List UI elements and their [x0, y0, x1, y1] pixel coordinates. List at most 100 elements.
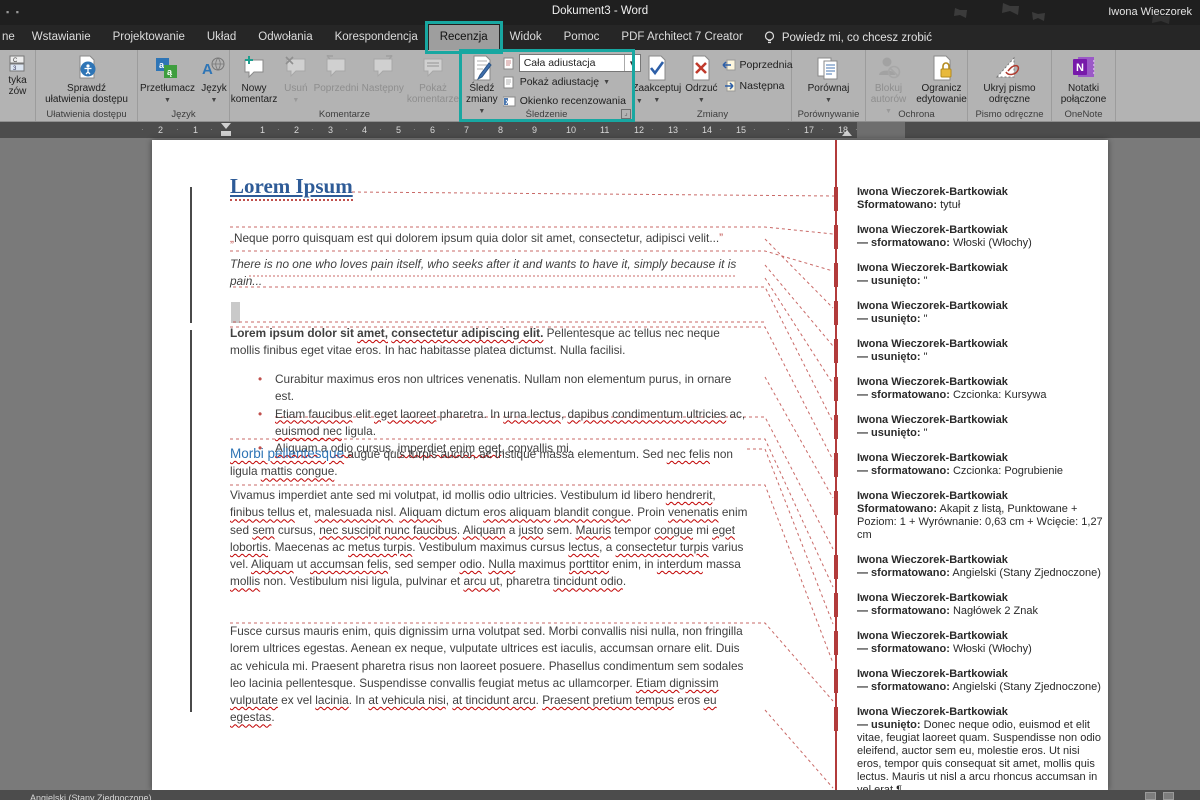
status-bar[interactable]: Angielski (Stany Zjednoczone) [0, 790, 1200, 800]
revision-entry[interactable]: Iwona Wieczorek-BartkowiakSformatowano: … [857, 490, 1107, 542]
restrict-editing-button[interactable]: Ogranicz edytowanie [917, 53, 967, 105]
word-count-icon: C3 [9, 55, 27, 73]
compare-button[interactable]: Porównaj▼ [808, 53, 850, 106]
horizontal-ruler[interactable]: 21···1·2·3·4·5·6·7·8·9·10·11·12·13·14·15… [0, 122, 1200, 138]
revision-entry[interactable]: Iwona Wieczorek-Bartkowiak— usunięto: Do… [857, 706, 1107, 797]
new-comment-icon [241, 55, 267, 81]
previous-comment-button[interactable]: Poprzedni [314, 53, 359, 94]
ruler-number: 5 [396, 125, 401, 135]
revision-entry[interactable]: Iwona Wieczorek-Bartkowiak— sformatowano… [857, 224, 1107, 250]
revision-entry[interactable]: Iwona Wieczorek-Bartkowiak— sformatowano… [857, 452, 1107, 478]
list-item[interactable]: Curabitur maximus eros non ultrices vene… [230, 371, 752, 406]
tab-recenzja[interactable]: Recenzja [429, 25, 499, 50]
tell-me-box[interactable]: Powiedz mi, co chcesz zrobić [754, 25, 942, 50]
tab-układ[interactable]: Układ [196, 25, 247, 50]
user-name[interactable]: Iwona Wieczorek [1108, 6, 1192, 18]
reviewing-pane-button[interactable]: Okienko recenzowania▼ [503, 92, 643, 110]
revision-entry[interactable]: Iwona Wieczorek-Bartkowiak— usunięto: " [857, 338, 1107, 364]
group-label-compare: Porównywanie [792, 109, 865, 120]
hide-ink-button[interactable]: Ukryj pismo odręczne▼ [983, 53, 1035, 105]
ruler-number: 6 [430, 125, 435, 135]
ribbon-group-compare: Porównaj▼ Porównywanie [792, 50, 866, 121]
body-paragraph[interactable]: Vivamus imperdiet ante sed mi volutpat, … [230, 487, 752, 591]
ribbon-group-accessibility: Sprawdź ułatwienia dostępu Ułatwienia do… [36, 50, 138, 121]
document-page[interactable]: Lorem Ipsum „Neque porro quisquam est qui… [152, 140, 1108, 790]
delete-comment-button[interactable]: Usuń▼ [280, 53, 311, 106]
ruler-number: 18 [838, 125, 848, 135]
show-markup-button[interactable]: Pokaż adiustację▼ [503, 73, 643, 91]
view-mode-icon[interactable] [1163, 792, 1174, 800]
new-comment-button[interactable]: Nowy komentarz [230, 53, 278, 105]
group-label-onenote: OneNote [1052, 109, 1115, 120]
ribbon-group-comments: Nowy komentarz Usuń▼ Poprzedni Następny … [230, 50, 460, 121]
revision-author: Iwona Wieczorek-Bartkowiak [857, 300, 1107, 313]
ruler-number: 11 [600, 125, 609, 135]
tab-ne[interactable]: ne [0, 25, 21, 50]
track-changes-button[interactable]: Śledź zmiany▼ [466, 53, 498, 117]
revision-action: — usunięto: [857, 313, 921, 325]
svg-text:N: N [1076, 62, 1084, 74]
tab-pdf-architect-7-creator[interactable]: PDF Architect 7 Creator [610, 25, 753, 50]
tab-pomoc[interactable]: Pomoc [553, 25, 611, 50]
tab-odwołania[interactable]: Odwołania [247, 25, 323, 50]
translate-icon: aą [154, 55, 180, 81]
revision-action: — sformatowano: [857, 237, 950, 249]
show-markup-icon [503, 76, 516, 89]
svg-text:A: A [202, 61, 213, 78]
language-button[interactable]: A Język▼ [201, 53, 227, 106]
next-comment-button[interactable]: Następny [361, 53, 405, 94]
revision-value: " [921, 313, 928, 325]
tab-korespondencja[interactable]: Korespondencja [324, 25, 429, 50]
body-paragraph[interactable]: Lorem ipsum dolor sit amet, consectetur … [230, 325, 752, 360]
ruler-number: 10 [566, 125, 576, 135]
tab-projektowanie[interactable]: Projektowanie [102, 25, 196, 50]
accept-icon [644, 55, 670, 81]
body-paragraph[interactable]: Fusce cursus mauris enim, quis dignissim… [230, 623, 752, 727]
view-mode-icon[interactable] [1145, 792, 1156, 800]
show-comments-button[interactable]: Pokaż komentarze [407, 53, 459, 105]
ribbon-group-changes: Zaakceptuj▼ Odrzuć▼ Poprzednia Następna … [634, 50, 792, 121]
next-change-button[interactable]: Następna [722, 77, 793, 95]
quote-paragraph[interactable]: There is no one who loves pain itself, w… [230, 256, 752, 291]
revision-action: Sformatowano: [857, 503, 937, 515]
accept-button[interactable]: Zaakceptuj▼ [632, 53, 681, 106]
body-paragraph[interactable]: „Neque porro quisquam est qui dolorem ip… [230, 230, 752, 247]
tracking-dialog-launcher[interactable]: ⌟ [621, 109, 631, 119]
revision-entry[interactable]: Iwona Wieczorek-Bartkowiak— usunięto: " [857, 300, 1107, 326]
revision-entry[interactable]: Iwona Wieczorek-Bartkowiak— sformatowano… [857, 554, 1107, 580]
revision-entry[interactable]: Iwona Wieczorek-Bartkowiak— usunięto: " [857, 262, 1107, 288]
status-language[interactable]: Angielski (Stany Zjednoczone) [30, 793, 152, 800]
revision-entry[interactable]: Iwona Wieczorek-Bartkowiak— sformatowano… [857, 592, 1107, 618]
first-line-indent-marker[interactable] [221, 123, 231, 129]
revision-action: — usunięto: [857, 719, 921, 731]
revision-value: Czcionka: Kursywa [950, 389, 1047, 401]
linked-notes-button[interactable]: N Notatki połączone [1061, 53, 1107, 105]
reject-button[interactable]: Odrzuć▼ [685, 53, 717, 106]
revision-pane[interactable]: Iwona Wieczorek-BartkowiakSformatowano: … [857, 186, 1107, 800]
revision-author: Iwona Wieczorek-Bartkowiak [857, 706, 1107, 719]
tab-widok[interactable]: Widok [499, 25, 553, 50]
language-icon: A [201, 55, 227, 81]
revision-entry[interactable]: Iwona Wieczorek-Bartkowiak— usunięto: " [857, 414, 1107, 440]
ruler-number: 1 [193, 125, 198, 135]
ribbon-group-ink: Ukryj pismo odręczne▼ Pismo odręczne [968, 50, 1052, 121]
tab-wstawianie[interactable]: Wstawianie [21, 25, 102, 50]
revision-entry[interactable]: Iwona Wieczorek-Bartkowiak— sformatowano… [857, 630, 1107, 656]
revision-action: — sformatowano: [857, 389, 950, 401]
translate-button[interactable]: aą Przetłumacz▼ [140, 53, 195, 106]
check-accessibility-button[interactable]: Sprawdź ułatwienia dostępu [45, 53, 128, 105]
svg-text:C: C [13, 58, 18, 64]
revision-value: Włoski (Włochy) [950, 643, 1032, 655]
block-authors-button[interactable]: Blokuj autorów▼ [867, 53, 911, 117]
revision-entry[interactable]: Iwona Wieczorek-Bartkowiak— sformatowano… [857, 376, 1107, 402]
revision-entry[interactable]: Iwona Wieczorek-BartkowiakSformatowano: … [857, 186, 1107, 212]
heading2-paragraph[interactable]: Morbi pellentesque augue quis turpis auc… [230, 445, 752, 481]
left-indent-marker[interactable] [221, 131, 231, 136]
revision-entry[interactable]: Iwona Wieczorek-Bartkowiak— sformatowano… [857, 668, 1107, 694]
document-title[interactable]: Lorem Ipsum [230, 178, 752, 198]
previous-change-button[interactable]: Poprzednia [722, 56, 793, 74]
list-item[interactable]: Etiam faucibus elit eget laoreet pharetr… [230, 406, 752, 441]
ribbon-tab-bar: neWstawianieProjektowanieUkładOdwołaniaK… [0, 25, 1200, 50]
display-for-review-combobox[interactable]: Cała adiustacja ▼ [519, 54, 641, 72]
word-count-partial-button[interactable]: C3 tyka zów [8, 53, 26, 97]
